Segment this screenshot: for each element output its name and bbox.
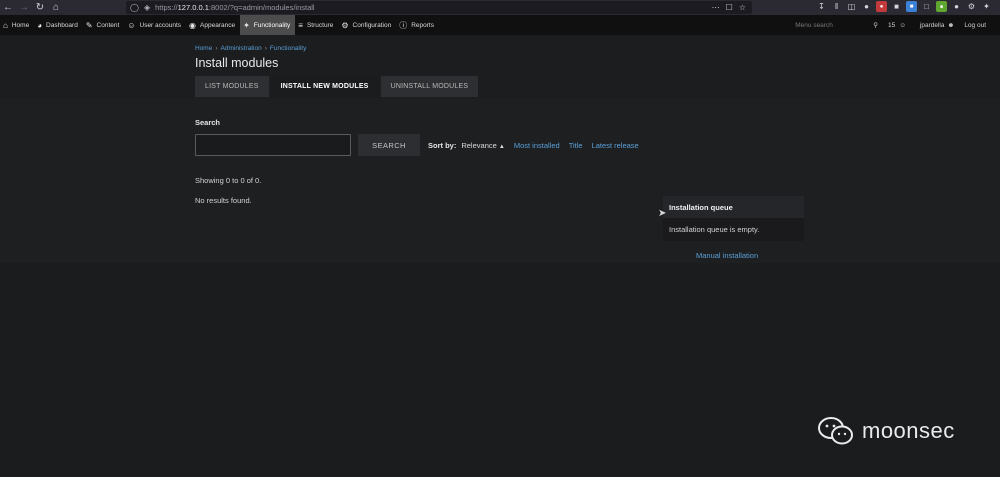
installation-queue: Installation queue Installation queue is… [663,196,804,241]
caret-up-icon: ▲ [498,144,505,150]
toolbar-item-label: Home [11,21,30,29]
puzzle-icon: ✦ [243,20,250,30]
toolbar-item-label: Structure [306,21,334,29]
sort-title[interactable]: Title [569,141,583,150]
logout-link[interactable]: Log out [964,22,986,29]
breadcrumb-separator: › [264,45,267,52]
toolbar-item-functionality[interactable]: ✦ Functionality [240,15,296,35]
breadcrumb-administration[interactable]: Administration [221,45,262,52]
breadcrumb-separator: › [215,45,218,52]
admin-toolbar: ⌂ Home ◕ Dashboard ✎ Content ☺ User accounts… [0,15,1000,35]
extension-wrench-icon[interactable]: ⚙ [966,1,977,12]
reload-icon[interactable]: ↻ [32,0,48,15]
sidebar-icon[interactable]: ◫ [846,1,857,12]
tab-uninstall-modules[interactable]: UNINSTALL MODULES [380,76,479,97]
download-icon[interactable]: ↧ [816,1,827,12]
shield-icon[interactable]: ◯ [130,3,139,12]
layers-icon: ≡ [298,20,303,30]
users-icon[interactable]: ☺ [899,22,906,29]
pocket-icon[interactable]: ☐ [726,3,733,12]
home-icon[interactable]: ⌂ [48,0,64,15]
sort-relevance-label: Relevance [461,141,497,150]
toolbar-item-label: Functionality [253,21,291,29]
toolbar-item-label: User accounts [139,21,182,29]
sort-relevance[interactable]: Relevance ▲ [461,141,505,150]
url-path: :8002/?q=admin/modules/install [208,3,315,12]
toolbar-item-appearance[interactable]: ◉ Appearance [186,15,240,35]
users-icon: ☺ [127,20,136,30]
url-scheme: https:// [155,3,178,12]
toolbar-item-content[interactable]: ✎ Content [83,15,124,35]
extension-red-icon[interactable]: ● [876,1,887,12]
info-icon: ⓘ [399,20,408,30]
sort-by-label: Sort by: [428,141,457,150]
account-icon[interactable]: ● [861,1,872,12]
page-title: Install modules [195,56,279,70]
toolbar-item-label: Appearance [200,21,236,29]
toolbar-item-label: Configuration [352,21,392,29]
mouse-cursor-icon: ➤ [658,208,667,219]
toolbar-item-label: Reports [411,21,434,29]
extension-spy-icon[interactable]: ● [951,1,962,12]
sort-by: Sort by: Relevance ▲ Most installed Titl… [428,141,639,150]
toolbar-item-label: Dashboard [46,21,78,29]
watermark-text: moonsec [862,418,955,443]
forward-icon[interactable]: → [16,0,32,15]
tabs: LIST MODULES INSTALL NEW MODULES UNINSTA… [195,76,480,97]
user-count: 15 [888,21,896,29]
extension-green-icon[interactable]: ■ [936,1,947,12]
dashboard-icon: ◕ [37,20,43,30]
search-input[interactable] [195,134,351,156]
page-header: Home › Administration › Functionality In… [0,35,1000,98]
manual-installation-link[interactable]: Manual installation [696,251,758,260]
search-label: Search [195,118,221,127]
no-results: No results found. [195,196,252,205]
extension-box-icon[interactable]: □ [921,1,932,12]
extension-icons: ↧ ‖ ◫ ● ● ■ ■ □ ■ ● ⚙ ✦ ☰ [816,1,1000,12]
back-icon[interactable]: ← [0,0,16,15]
browser-toolbar: ← → ↻ ⌂ ◯ ◈ https:// 127.0.0.1 :8002/?q=… [0,0,1000,15]
lock-icon[interactable]: ◈ [144,3,150,12]
avatar-icon: ☻ [947,21,955,29]
user-menu[interactable]: jpardella ☻ [920,22,954,29]
toolbar-item-label: Content [96,21,120,29]
url-host: 127.0.0.1 [177,3,209,12]
toolbar-item-reports[interactable]: ⓘ Reports [396,15,439,35]
search-icon[interactable]: ⚲ [873,21,878,29]
more-icon[interactable]: ⋯ [712,3,720,12]
watermark: moonsec [818,416,955,446]
username: jpardella [919,21,945,29]
extension-gray-icon[interactable]: ■ [891,1,902,12]
breadcrumb-functionality[interactable]: Functionality [270,45,307,52]
pencil-icon: ✎ [85,20,93,30]
sort-most-installed[interactable]: Most installed [514,141,560,150]
puzzle-icon[interactable]: ✦ [981,1,992,12]
extension-blue-icon[interactable]: ■ [906,1,917,12]
palette-icon: ◉ [189,20,197,30]
menu-search-input[interactable]: Menu search [795,22,863,29]
search-button[interactable]: SEARCH [358,134,420,156]
installation-queue-title: Installation queue [663,196,804,218]
library-icon[interactable]: ‖ [831,1,842,12]
results-count: Showing 0 to 0 of 0. [195,176,262,185]
url-bar[interactable]: ◯ ◈ https:// 127.0.0.1 :8002/?q=admin/mo… [126,1,752,14]
toolbar-item-structure[interactable]: ≡ Structure [295,15,338,35]
toolbar-item-user-accounts[interactable]: ☺ User accounts [124,15,186,35]
sort-latest-release[interactable]: Latest release [592,141,639,150]
toolbar-right: Menu search ⚲ 15 ☺ jpardella ☻ Log out [795,15,1000,35]
home-icon: ⌂ [3,20,8,30]
toolbar-item-configuration[interactable]: ⚙ Configuration [338,15,396,35]
main-content: Search SEARCH Sort by: Relevance ▲ Most … [0,98,1000,263]
toolbar-item-dashboard[interactable]: ◕ Dashboard [34,15,83,35]
toolbar-item-home[interactable]: ⌂ Home [0,15,34,35]
star-icon[interactable]: ☆ [739,3,746,12]
tab-list-modules[interactable]: LIST MODULES [195,76,269,97]
breadcrumb: Home › Administration › Functionality [195,45,306,52]
tab-install-new-modules[interactable]: INSTALL NEW MODULES [270,76,379,97]
wechat-logo-icon [818,417,853,445]
installation-queue-empty: Installation queue is empty. [669,225,760,234]
gear-icon: ⚙ [341,20,349,30]
breadcrumb-home[interactable]: Home [195,45,212,52]
